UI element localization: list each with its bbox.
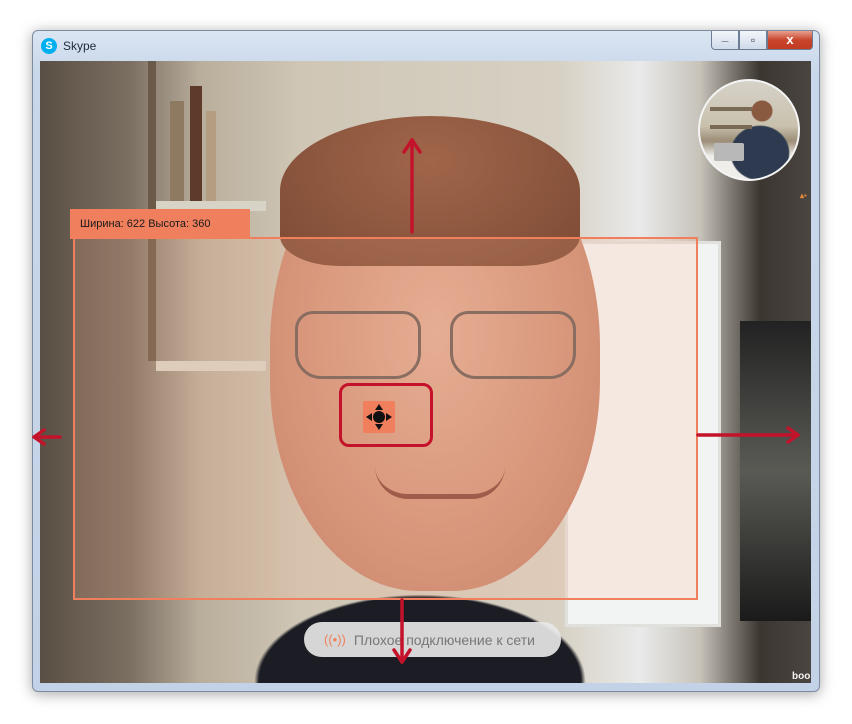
annotation-arrows [32,138,800,664]
arrow-down-icon [392,598,412,664]
arrow-up-icon [402,138,422,234]
arrow-left-icon [32,428,62,446]
arrow-right-icon [696,426,800,444]
